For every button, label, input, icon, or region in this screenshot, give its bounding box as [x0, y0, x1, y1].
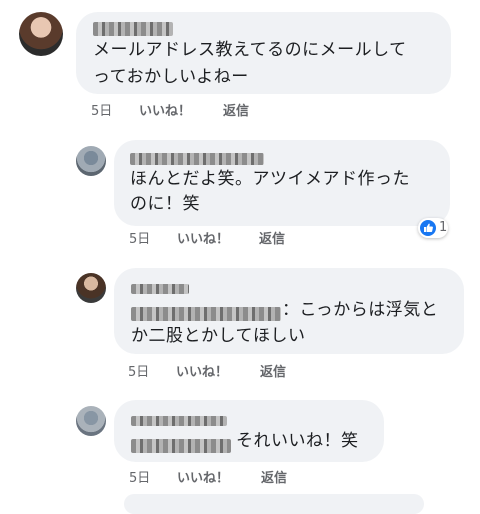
timestamp[interactable]: 5日	[129, 228, 150, 247]
comment-text: っておかしいよねー	[93, 67, 249, 87]
reply-link[interactable]: 返信	[223, 100, 249, 119]
comment-bubble	[124, 494, 424, 514]
reply-link[interactable]: 返信	[260, 361, 286, 380]
timestamp[interactable]: 5日	[91, 100, 112, 119]
like-link[interactable]: いいね！	[176, 361, 228, 380]
comment-actions: 5日 いいね！ 返信	[91, 100, 311, 119]
timestamp[interactable]: 5日	[128, 361, 149, 380]
timestamp[interactable]: 5日	[129, 467, 150, 486]
avatar[interactable]	[76, 406, 106, 436]
comment-text: のに！笑	[130, 194, 200, 214]
comment-actions: 5日 いいね！ 返信	[129, 467, 349, 486]
comment-actions: 5日 いいね！ 返信	[128, 361, 348, 380]
comment-text: それいいね！笑	[236, 431, 359, 451]
author-name-redacted[interactable]	[131, 410, 227, 429]
avatar[interactable]	[76, 273, 106, 303]
thumbs-up-icon	[420, 220, 436, 236]
mention-redacted[interactable]	[131, 303, 281, 322]
like-link[interactable]: いいね！	[177, 467, 229, 486]
author-name-redacted[interactable]	[93, 18, 173, 37]
reply-link[interactable]: 返信	[259, 228, 285, 247]
comment-text: か二股とかしてほしい	[131, 326, 306, 346]
like-link[interactable]: いいね！	[139, 100, 191, 119]
avatar[interactable]	[76, 146, 106, 176]
comment-actions: 5日 いいね！ 返信	[129, 228, 349, 247]
reply-link[interactable]: 返信	[261, 467, 287, 486]
avatar[interactable]	[19, 12, 63, 56]
mention-redacted[interactable]	[131, 435, 231, 454]
comment-text: メールアドレス教えてるのにメールして	[93, 40, 407, 60]
like-link[interactable]: いいね！	[177, 228, 229, 247]
reaction-count: 1	[439, 220, 448, 235]
comment-text: ：こっからは浮気と	[282, 300, 439, 320]
reaction-summary[interactable]: 1	[418, 218, 448, 238]
author-name-redacted[interactable]	[131, 278, 189, 297]
